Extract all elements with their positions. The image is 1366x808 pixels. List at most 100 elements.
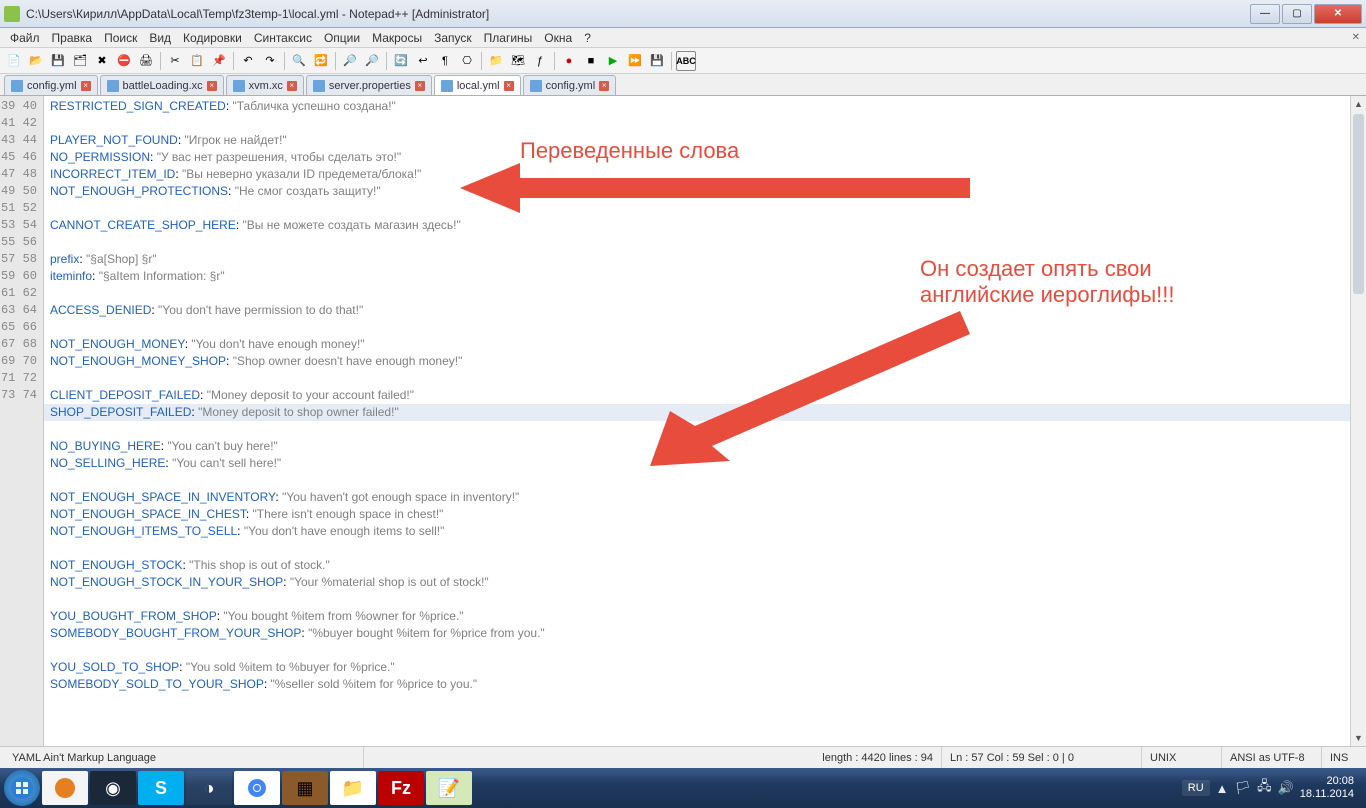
taskbar-filezilla[interactable]: Fz xyxy=(378,771,424,805)
close-file-icon[interactable]: ✖ xyxy=(92,51,112,71)
menu-help[interactable]: ? xyxy=(578,31,597,45)
tab-config2[interactable]: config.yml× xyxy=(523,75,617,95)
menu-encoding[interactable]: Кодировки xyxy=(177,31,248,45)
close-icon[interactable]: × xyxy=(599,81,609,91)
zoom-out-icon[interactable]: 🔎 xyxy=(362,51,382,71)
maximize-button[interactable]: ▢ xyxy=(1282,4,1312,24)
file-icon xyxy=(233,80,245,92)
status-eol: UNIX xyxy=(1142,747,1222,768)
function-list-icon[interactable]: ƒ xyxy=(530,51,550,71)
menu-run[interactable]: Запуск xyxy=(428,31,478,45)
menu-plugins[interactable]: Плагины xyxy=(478,31,539,45)
windows-taskbar: ◉ S ◑ ▦ 📁 Fz 📝 RU ▲ 🏳 🖧 🔊 20:08 18.11.20… xyxy=(0,768,1366,808)
taskbar-steam[interactable]: ◉ xyxy=(90,771,136,805)
tray-volume-icon[interactable]: 🔊 xyxy=(1278,780,1294,796)
system-tray: RU ▲ 🏳 🖧 🔊 20:08 18.11.2014 xyxy=(1182,775,1362,801)
menu-options[interactable]: Опции xyxy=(318,31,366,45)
doc-map-icon[interactable]: 🗺 xyxy=(508,51,528,71)
tray-action-center-icon[interactable]: 🏳 xyxy=(1235,780,1252,796)
cut-icon[interactable]: ✂ xyxy=(165,51,185,71)
minimize-button[interactable]: — xyxy=(1250,4,1280,24)
save-icon[interactable]: 💾 xyxy=(48,51,68,71)
line-number-gutter: 39 40 41 42 43 44 45 46 47 48 49 50 51 5… xyxy=(0,96,44,746)
find-icon[interactable]: 🔍 xyxy=(289,51,309,71)
tab-local[interactable]: local.yml× xyxy=(434,75,521,95)
tray-clock[interactable]: 20:08 18.11.2014 xyxy=(1300,775,1354,801)
close-button[interactable] xyxy=(1314,4,1362,24)
tray-network-icon[interactable]: 🖧 xyxy=(1257,777,1272,799)
tab-config1[interactable]: config.yml× xyxy=(4,75,98,95)
taskbar-skype[interactable]: S xyxy=(138,771,184,805)
close-all-icon[interactable]: ⛔ xyxy=(114,51,134,71)
file-icon xyxy=(530,80,542,92)
zoom-in-icon[interactable]: 🔎 xyxy=(340,51,360,71)
file-icon xyxy=(107,80,119,92)
close-icon[interactable]: × xyxy=(504,81,514,91)
close-icon[interactable]: × xyxy=(207,81,217,91)
tray-language[interactable]: RU xyxy=(1182,780,1210,796)
app-icon xyxy=(4,6,20,22)
spellcheck-icon[interactable]: ABC xyxy=(676,51,696,71)
status-length: length : 4420 lines : 94 xyxy=(814,747,942,768)
annotation-translated: Переведенные слова xyxy=(520,138,739,164)
annotation-english: Он создает опять свои английские иерогли… xyxy=(920,256,1175,308)
taskbar-explorer[interactable]: 📁 xyxy=(330,771,376,805)
menu-close-icon[interactable]: ✕ xyxy=(1352,32,1360,43)
status-insert-mode: INS xyxy=(1322,747,1362,768)
undo-icon[interactable]: ↶ xyxy=(238,51,258,71)
taskbar-app-2[interactable]: ◑ xyxy=(186,771,232,805)
paste-icon[interactable]: 📌 xyxy=(209,51,229,71)
tab-serverprops[interactable]: server.properties× xyxy=(306,75,432,95)
taskbar-app-1[interactable] xyxy=(42,771,88,805)
status-language: YAML Ain't Markup Language xyxy=(4,747,364,768)
editor[interactable]: 39 40 41 42 43 44 45 46 47 48 49 50 51 5… xyxy=(0,96,1366,746)
print-icon[interactable]: 🖨 xyxy=(136,51,156,71)
file-icon xyxy=(313,80,325,92)
window-title: C:\Users\Кирилл\AppData\Local\Temp\fz3te… xyxy=(26,7,1250,21)
status-encoding: ANSI as UTF-8 xyxy=(1222,747,1322,768)
menu-windows[interactable]: Окна xyxy=(538,31,578,45)
macro-stop-icon[interactable]: ■ xyxy=(581,51,601,71)
new-file-icon[interactable]: 📄 xyxy=(4,51,24,71)
document-tabs: config.yml× battleLoading.xc× xvm.xc× se… xyxy=(0,74,1366,96)
tab-xvm[interactable]: xvm.xc× xyxy=(226,75,304,95)
toolbar: 📄 📂 💾 🗂 ✖ ⛔ 🖨 ✂ 📋 📌 ↶ ↷ 🔍 🔁 🔎 🔎 🔄 ↩ ¶ ⎔ … xyxy=(0,48,1366,74)
save-all-icon[interactable]: 🗂 xyxy=(70,51,90,71)
close-icon[interactable]: × xyxy=(287,81,297,91)
indent-guide-icon[interactable]: ⎔ xyxy=(457,51,477,71)
arrow-1-icon xyxy=(460,158,980,218)
menu-file[interactable]: Файл xyxy=(4,31,46,45)
menu-syntax[interactable]: Синтаксис xyxy=(248,31,318,45)
close-icon[interactable]: × xyxy=(81,81,91,91)
copy-icon[interactable]: 📋 xyxy=(187,51,207,71)
folder-icon[interactable]: 📁 xyxy=(486,51,506,71)
macro-play-icon[interactable]: ▶ xyxy=(603,51,623,71)
tray-show-hidden-icon[interactable]: ▲ xyxy=(1216,781,1229,796)
menu-search[interactable]: Поиск xyxy=(98,31,143,45)
menu-view[interactable]: Вид xyxy=(143,31,177,45)
menubar: Файл Правка Поиск Вид Кодировки Синтакси… xyxy=(0,28,1366,48)
window-titlebar: C:\Users\Кирилл\AppData\Local\Temp\fz3te… xyxy=(0,0,1366,28)
macro-record-icon[interactable]: ● xyxy=(559,51,579,71)
status-position: Ln : 57 Col : 59 Sel : 0 | 0 xyxy=(942,747,1142,768)
macro-repeat-icon[interactable]: ⏩ xyxy=(625,51,645,71)
redo-icon[interactable]: ↷ xyxy=(260,51,280,71)
show-all-icon[interactable]: ¶ xyxy=(435,51,455,71)
arrow-2-icon xyxy=(620,306,980,476)
replace-icon[interactable]: 🔁 xyxy=(311,51,331,71)
taskbar-notepadpp[interactable]: 📝 xyxy=(426,771,472,805)
start-button[interactable] xyxy=(4,770,40,806)
macro-save-icon[interactable]: 💾 xyxy=(647,51,667,71)
taskbar-minecraft[interactable]: ▦ xyxy=(282,771,328,805)
menu-macros[interactable]: Макросы xyxy=(366,31,428,45)
close-icon[interactable]: × xyxy=(415,81,425,91)
tab-battleloading[interactable]: battleLoading.xc× xyxy=(100,75,224,95)
menu-edit[interactable]: Правка xyxy=(46,31,99,45)
open-file-icon[interactable]: 📂 xyxy=(26,51,46,71)
statusbar: YAML Ain't Markup Language length : 4420… xyxy=(0,746,1366,768)
file-icon xyxy=(11,80,23,92)
taskbar-chrome[interactable] xyxy=(234,771,280,805)
sync-icon[interactable]: 🔄 xyxy=(391,51,411,71)
scroll-down-icon[interactable]: ▼ xyxy=(1351,730,1366,746)
wrap-icon[interactable]: ↩ xyxy=(413,51,433,71)
